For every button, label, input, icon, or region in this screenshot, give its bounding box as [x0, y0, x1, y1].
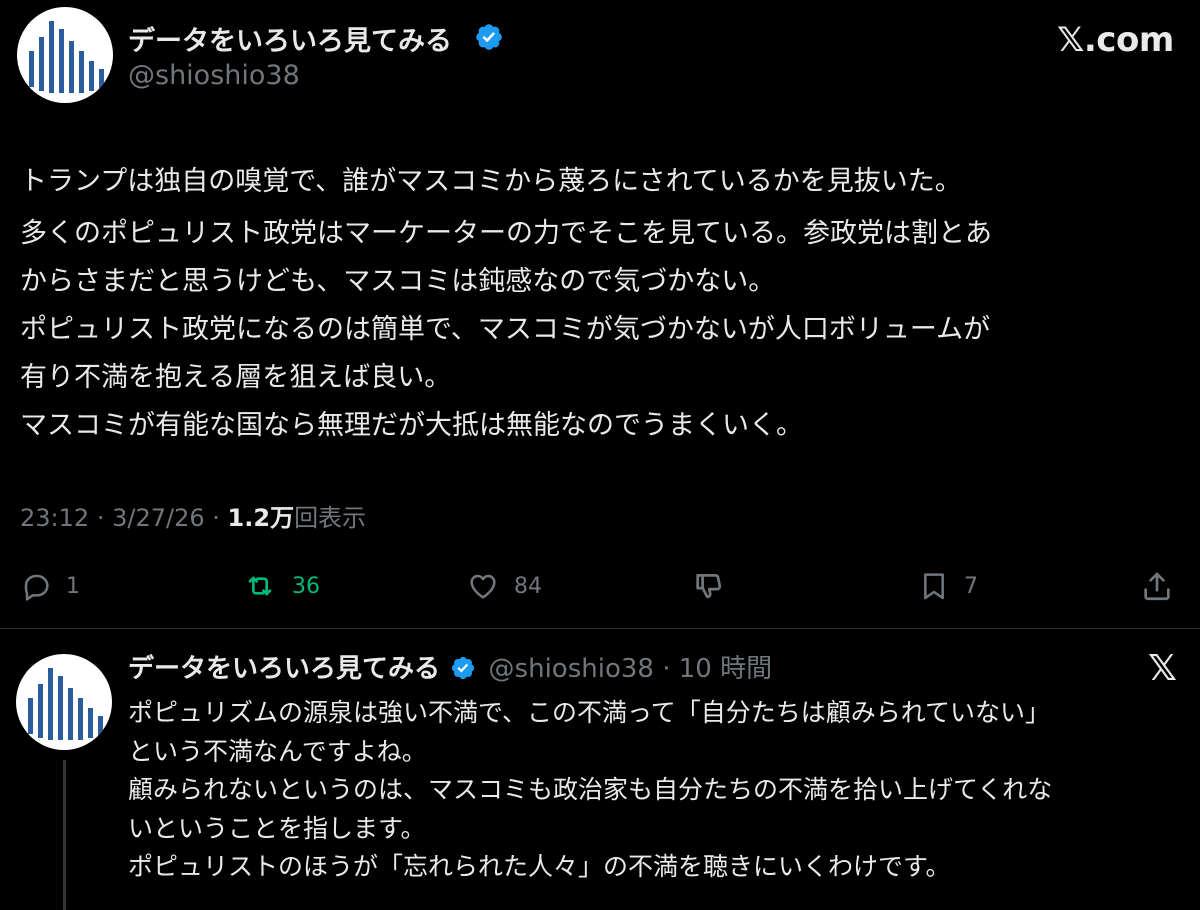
reply-line: ポピュリズムの源泉は強い不満で、この不満って「自分たちは顧みられていない」 — [128, 698, 1051, 727]
like-icon — [470, 574, 496, 599]
retweet-count: 36 — [292, 573, 320, 599]
dislike-icon — [696, 574, 722, 599]
reply-body: ポピュリズムの源泉は強い不満で、この不満って「自分たちは顧みられていない」 とい… — [128, 694, 1052, 887]
reply-button[interactable]: 1 — [20, 566, 80, 606]
like-button[interactable]: 84 — [466, 566, 542, 606]
x-com-logo: 𝕏.com — [1057, 20, 1174, 60]
reply-count: 1 — [66, 573, 80, 599]
bar-chart-logo-icon — [28, 668, 103, 740]
tweet-time[interactable]: 23:12 — [20, 504, 89, 532]
retweet-button[interactable]: 36 — [242, 566, 320, 606]
bookmark-button[interactable]: 7 — [918, 566, 978, 606]
reply-icon — [24, 574, 49, 601]
tweet-line: 多くのポピュリスト政党はマーケーターの力でそこを見ている。参政党は割とあ — [20, 218, 992, 249]
bookmark-icon — [924, 573, 944, 600]
reply-author-name[interactable]: データをいろいろ見てみる — [128, 654, 440, 684]
share-button[interactable] — [1140, 566, 1174, 606]
tweet-line: ポピュリスト政党になるのは簡単で、マスコミが気づかないが人口ボリュームが — [20, 314, 991, 345]
tweet-line: マスコミが有能な国なら無理だが大抵は無能なのでうまくいく。 — [20, 410, 803, 441]
reply-author-avatar[interactable] — [16, 654, 112, 750]
thread-connector — [63, 760, 66, 910]
dislike-button[interactable] — [692, 566, 726, 606]
retweet-icon — [248, 576, 272, 596]
view-label: 回表示 — [294, 504, 367, 532]
verified-badge-icon — [476, 24, 502, 50]
view-count: 1.2万 — [227, 504, 295, 532]
reply-line: 顧みられないというのは、マスコミも政治家も自分たちの不満を拾い上げてくれな — [128, 775, 1053, 804]
share-icon — [1144, 572, 1170, 601]
reply-line: という不満なんですよね。 — [128, 736, 427, 766]
bookmark-count: 7 — [964, 573, 978, 599]
verified-badge-icon — [452, 656, 475, 680]
x-logo-icon: 𝕏 — [1148, 648, 1178, 689]
author-avatar[interactable] — [17, 7, 113, 103]
author-name[interactable]: データをいろいろ見てみる — [128, 19, 452, 58]
reply-handle-time[interactable]: @shioshio38 · 10 時間 — [489, 654, 773, 684]
meta-separator: · — [212, 504, 220, 532]
author-handle[interactable]: @shioshio38 — [128, 60, 300, 91]
bar-chart-logo-icon — [29, 21, 104, 93]
tweet-line: トランプは独自の嗅覚で、誰がマスコミから蔑ろにされているかを見抜いた。 — [20, 166, 962, 197]
meta-separator: · — [96, 504, 105, 532]
like-count: 84 — [514, 573, 542, 599]
tweet-line: 有り不満を抱える層を狙えば良い。 — [20, 362, 452, 393]
reply-line: いということを指します。 — [128, 813, 426, 843]
tweet-meta: 23:12 · 3/27/26 · 1.2万回表示 — [20, 498, 366, 533]
tweet-date[interactable]: 3/27/26 — [112, 504, 205, 532]
reply-line: ポピュリストのほうが「忘れられた人々」の不満を聴きにいくわけです。 — [128, 852, 951, 881]
tweet-divider — [0, 628, 1200, 629]
reply-header: データをいろいろ見てみる @shioshio38 · 10 時間 — [128, 648, 772, 685]
tweet-line: からさまだと思うけども、マスコミは鈍感なので気づかない。 — [20, 266, 776, 297]
